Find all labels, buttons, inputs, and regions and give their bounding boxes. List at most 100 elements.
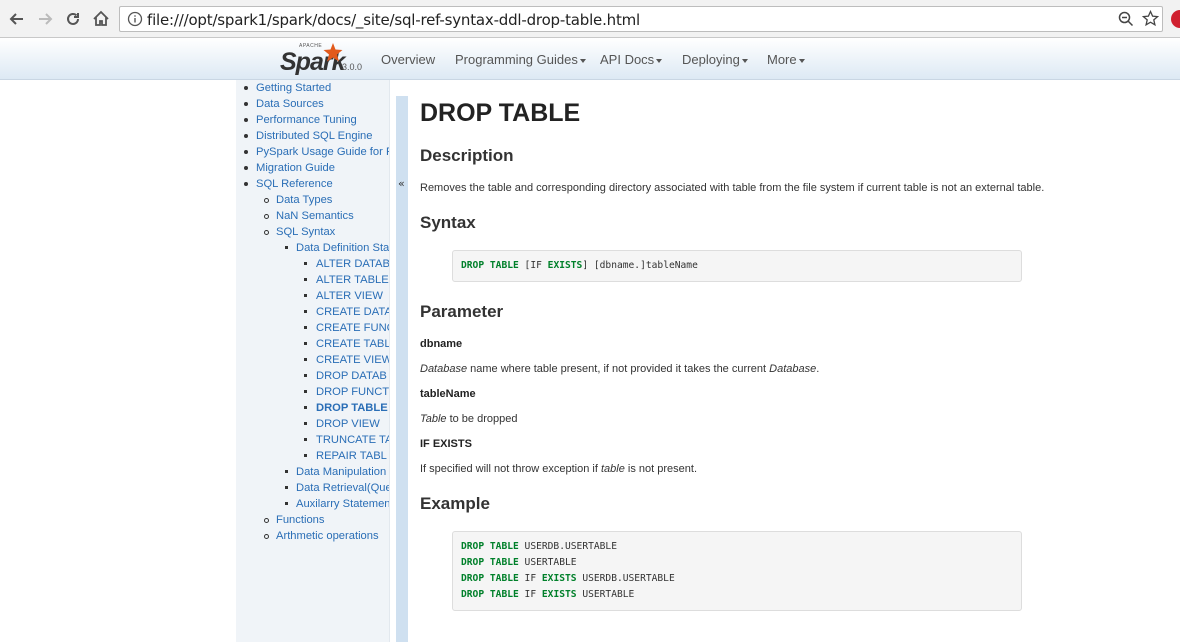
code-text: [IF	[518, 260, 548, 271]
url-text[interactable]: file:///opt/spark1/spark/docs/_site/sql-…	[147, 11, 640, 29]
bullet	[244, 182, 248, 186]
code-text: IF	[518, 589, 542, 600]
bullet	[285, 246, 288, 249]
sidebar-item-drop-table[interactable]: DROP TABLE	[316, 401, 388, 415]
bullet	[304, 326, 307, 329]
param-text: is not present.	[624, 463, 697, 475]
sidebar-item-distributed-sql-engine[interactable]: Distributed SQL Engine	[256, 129, 373, 143]
nav-programming-guides-label: Programming Guides	[455, 52, 578, 67]
bullet	[304, 358, 307, 361]
bullet	[304, 438, 307, 441]
address-bar[interactable]: file:///opt/spark1/spark/docs/_site/sql-…	[119, 6, 1163, 32]
bullet	[244, 102, 248, 106]
nav-overview[interactable]: Overview	[381, 52, 435, 67]
bullet	[244, 118, 248, 122]
info-icon[interactable]	[127, 11, 143, 27]
browser-toolbar: file:///opt/spark1/spark/docs/_site/sql-…	[0, 0, 1180, 38]
bullet	[304, 278, 307, 281]
extension-icon[interactable]	[1171, 10, 1180, 28]
sidebar-item-data-sources[interactable]: Data Sources	[256, 97, 324, 111]
collapse-sidebar-icon[interactable]: «	[398, 177, 405, 190]
param-text: name where table present, if not provide…	[467, 363, 770, 375]
bullet	[244, 134, 248, 138]
param-emphasis: table	[600, 463, 625, 475]
example-code-line: DROP TABLE IF EXISTS USERDB.USERTABLE	[461, 573, 675, 584]
code-keyword: TABLE	[489, 589, 519, 600]
home-button[interactable]	[90, 8, 112, 30]
zoom-icon[interactable]	[1118, 11, 1134, 27]
example-heading: Example	[420, 494, 490, 513]
param-desc-if-exists: If specified will not throw exception if…	[420, 463, 697, 475]
param-text: If specified will not throw exception if	[420, 463, 601, 475]
bullet	[264, 534, 269, 539]
bullet	[304, 294, 307, 297]
sidebar-item-arithmetic-operations[interactable]: Arthmetic operations	[276, 529, 379, 543]
sidebar-item-data-manipulation[interactable]: Data Manipulation	[296, 465, 386, 479]
code-text: USERDB.USERTABLE	[518, 541, 617, 552]
bullet	[264, 198, 269, 203]
sidebar-item-getting-started[interactable]: Getting Started	[256, 81, 331, 95]
code-keyword: DROP	[461, 260, 485, 271]
bullet	[244, 150, 248, 154]
sidebar-item-create-table[interactable]: CREATE TABL	[316, 337, 389, 351]
code-keyword: DROP	[461, 589, 485, 600]
code-text: IF	[518, 573, 542, 584]
sidebar-item-drop-function[interactable]: DROP FUNCT	[316, 385, 389, 399]
forward-button[interactable]	[34, 8, 56, 30]
sidebar-item-alter-table[interactable]: ALTER TABLE	[316, 273, 389, 287]
sidebar-item-drop-view[interactable]: DROP VIEW	[316, 417, 380, 431]
reload-button[interactable]	[62, 8, 84, 30]
nav-api-docs[interactable]: API Docs	[600, 52, 663, 67]
nav-more[interactable]: More	[767, 52, 805, 67]
nav-overview-label: Overview	[381, 52, 436, 67]
sidebar-item-data-types[interactable]: Data Types	[276, 193, 332, 207]
bullet	[304, 422, 307, 425]
code-text: USERDB.USERTABLE	[576, 573, 675, 584]
nav-programming-guides[interactable]: Programming Guides	[455, 52, 586, 67]
code-keyword: DROP	[461, 573, 485, 584]
sidebar-item-create-view[interactable]: CREATE VIEW	[316, 353, 389, 367]
param-name-if-exists: IF EXISTS	[420, 438, 472, 450]
sidebar-item-data-definition[interactable]: Data Definition Sta	[296, 241, 389, 255]
code-keyword: TABLE	[489, 557, 519, 568]
reload-icon	[67, 12, 79, 25]
sidebar-item-migration-guide[interactable]: Migration Guide	[256, 161, 335, 175]
parameter-heading: Parameter	[420, 302, 504, 321]
code-keyword: TABLE	[489, 260, 519, 271]
sidebar-item-drop-database[interactable]: DROP DATAB	[316, 369, 387, 383]
bullet	[244, 166, 248, 170]
param-emphasis: Database	[769, 363, 817, 375]
example-code-line: DROP TABLE USERTABLE	[461, 557, 577, 568]
back-button[interactable]	[6, 8, 28, 30]
sidebar-item-nan-semantics[interactable]: NaN Semantics	[276, 209, 354, 223]
sidebar-item-sql-reference[interactable]: SQL Reference	[256, 177, 333, 191]
code-text: ] [dbname.]tableName	[582, 260, 698, 271]
bullet	[285, 502, 288, 505]
sidebar-item-truncate-table[interactable]: TRUNCATE TA	[316, 433, 389, 447]
bullet	[264, 214, 269, 219]
sidebar-item-auxiliary-statements[interactable]: Auxilarry Statemen	[296, 497, 389, 511]
sidebar-item-create-database[interactable]: CREATE DATA	[316, 305, 389, 319]
param-emphasis: Database	[420, 363, 468, 375]
param-emphasis: Table	[420, 413, 447, 425]
sidebar-item-performance-tuning[interactable]: Performance Tuning	[256, 113, 357, 127]
param-text: to be dropped	[446, 413, 518, 425]
sidebar-item-alter-view[interactable]: ALTER VIEW	[316, 289, 383, 303]
sidebar-item-alter-database[interactable]: ALTER DATAB	[316, 257, 389, 271]
sidebar-item-functions[interactable]: Functions	[276, 513, 325, 527]
param-desc-tablename: Table to be dropped	[420, 413, 517, 425]
bullet	[264, 230, 269, 235]
nav-deploying[interactable]: Deploying	[682, 52, 748, 67]
bookmark-star-icon[interactable]	[1142, 10, 1159, 27]
sidebar-item-sql-syntax[interactable]: SQL Syntax	[276, 225, 335, 239]
sidebar-item-repair-table[interactable]: REPAIR TABL	[316, 449, 387, 463]
example-code-block: DROP TABLE USERDB.USERTABLE DROP TABLE U…	[452, 531, 1022, 611]
spark-logo[interactable]: APACHE Spark 3.0.0	[280, 42, 370, 76]
sidebar-item-pyspark-guide[interactable]: PySpark Usage Guide for P	[256, 145, 389, 159]
sidebar-item-create-function[interactable]: CREATE FUNC	[316, 321, 389, 335]
code-keyword: TABLE	[489, 541, 519, 552]
code-keyword: EXISTS	[541, 573, 577, 584]
back-arrow-icon	[9, 13, 23, 25]
param-name-tablename: tableName	[420, 388, 476, 400]
sidebar-item-data-retrieval[interactable]: Data Retrieval(Que	[296, 481, 389, 495]
